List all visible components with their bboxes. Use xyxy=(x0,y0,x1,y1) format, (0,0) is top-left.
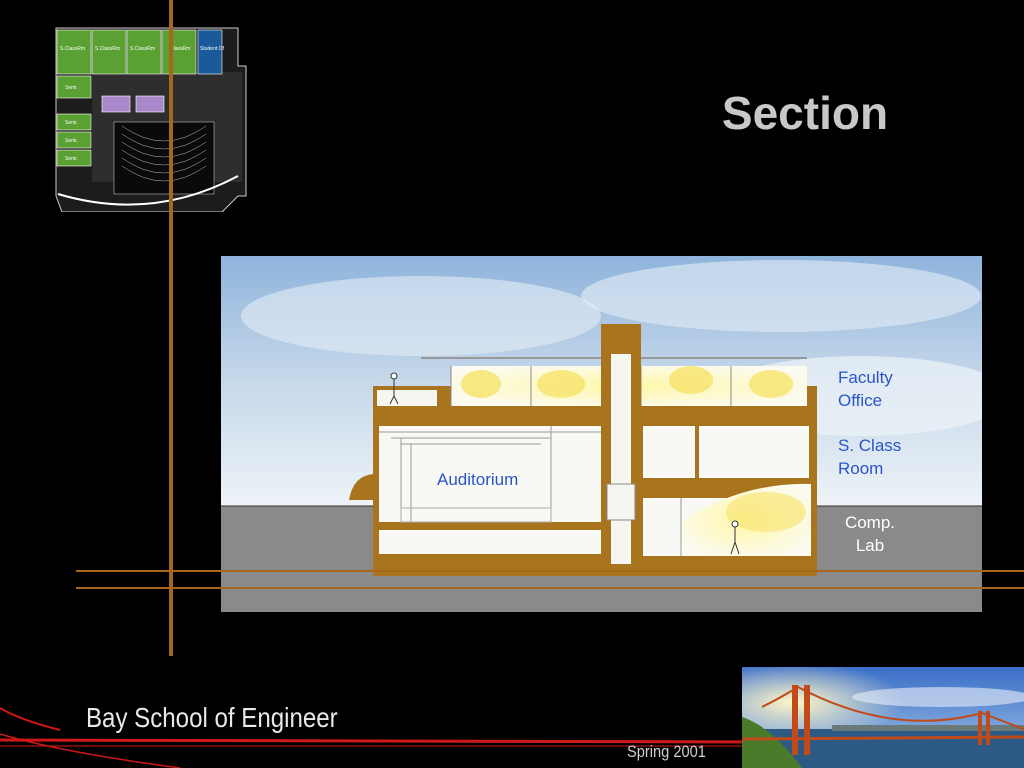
faculty-office-label-line2: Office xyxy=(838,391,883,410)
plan-room-label: S.ClassRm xyxy=(130,46,155,52)
plan-room-label: Student Of xyxy=(200,46,225,52)
footer-title: Bay School of Engineer xyxy=(86,702,338,733)
faculty-office-label: Faculty Office xyxy=(838,366,893,412)
class-room-label: S. Class Room xyxy=(838,434,901,480)
golden-gate-bridge-image xyxy=(742,667,1024,768)
plan-room-label: S.ClassRm xyxy=(95,46,120,52)
floor-plan-thumbnail: S.ClassRm S.ClassRm S.ClassRm ClassRm St… xyxy=(52,26,248,212)
faculty-office-label-line1: Faculty xyxy=(838,368,893,387)
slide-title: Section xyxy=(721,87,889,139)
guide-line-vertical xyxy=(169,0,173,656)
guide-line-horizontal xyxy=(76,570,1024,572)
comp-lab-label-line2: Lab xyxy=(855,536,885,555)
plan-room-label: Semi. xyxy=(65,120,78,126)
plan-room-label: Semi. xyxy=(65,138,78,144)
plan-room-label: ClassRm xyxy=(170,46,190,52)
auditorium-label: Auditorium xyxy=(437,470,519,489)
class-room-label-line1: S. Class xyxy=(838,436,902,455)
plan-room-label: Semi. xyxy=(65,85,78,91)
guide-line-horizontal xyxy=(76,587,1024,589)
plan-room-label: Semi. xyxy=(65,156,78,162)
comp-lab-label: Comp. Lab xyxy=(836,511,904,557)
comp-lab-label-line1: Comp. xyxy=(844,513,896,532)
plan-room-label: S.ClassRm xyxy=(60,46,85,52)
class-room-label-line2: Room xyxy=(838,459,884,478)
footer-date: Spring 2001 xyxy=(627,742,706,761)
